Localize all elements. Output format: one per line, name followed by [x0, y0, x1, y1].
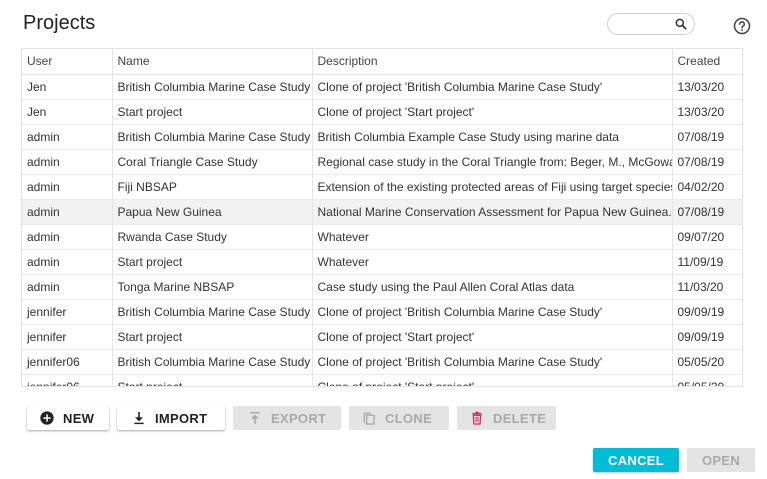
- cell-user: jennifer06: [22, 374, 113, 386]
- cell-description: Clone of project 'British Columbia Marin…: [312, 74, 673, 100]
- cell-user: jennifer: [22, 299, 113, 325]
- table-row[interactable]: admin Papua New Guinea National Marine Con…: [22, 199, 742, 225]
- cell-created: 11/03/20: [672, 274, 742, 300]
- clone-button-label: CLONE: [385, 410, 432, 426]
- table-row[interactable]: admin Start project Whatever 11/09/19: [22, 249, 742, 275]
- open-button[interactable]: OPEN: [687, 448, 755, 472]
- cell-created: 07/08/19: [672, 199, 742, 225]
- cell-description: Whatever: [312, 224, 673, 250]
- cell-name: Start project: [112, 374, 313, 386]
- table-row[interactable]: admin Rwanda Case Study Whatever 09/07/20: [22, 224, 742, 250]
- cell-user: admin: [22, 149, 113, 175]
- add-circle-icon: [40, 411, 54, 425]
- cell-created: 13/03/20: [672, 99, 742, 125]
- column-header-description[interactable]: Description: [312, 49, 673, 75]
- cell-created: 07/08/19: [672, 149, 742, 175]
- table-row[interactable]: Jen British Columbia Marine Case Study Clo…: [22, 74, 742, 100]
- cell-description: Regional case study in the Coral Triangl…: [312, 149, 673, 175]
- cell-created: 04/02/20: [672, 174, 742, 200]
- cell-created: 13/03/20: [672, 74, 742, 100]
- cell-description: British Columbia Example Case Study usin…: [312, 124, 673, 150]
- cell-name: British Columbia Marine Case Study: [112, 299, 313, 325]
- delete-button-label: DELETE: [493, 410, 547, 426]
- delete-button[interactable]: DELETE: [457, 406, 556, 430]
- table-row[interactable]: Jen Start project Clone of project 'Start …: [22, 99, 742, 125]
- cell-name: Tonga Marine NBSAP: [112, 274, 313, 300]
- cell-user: jennifer06: [22, 349, 113, 375]
- new-button-label: NEW: [63, 410, 95, 426]
- search-icon[interactable]: [674, 17, 688, 31]
- table-row[interactable]: admin Coral Triangle Case Study Regional c…: [22, 149, 742, 175]
- cell-description: Clone of project 'Start project': [312, 374, 673, 386]
- cell-user: jennifer: [22, 324, 113, 350]
- cell-user: admin: [22, 274, 113, 300]
- search-input[interactable]: [616, 16, 674, 32]
- cancel-button[interactable]: CANCEL: [593, 448, 679, 472]
- table-header-row: User Name Description Created: [22, 49, 742, 75]
- cell-name: Start project: [112, 99, 313, 125]
- cell-user: admin: [22, 174, 113, 200]
- clone-button[interactable]: CLONE: [349, 406, 449, 430]
- projects-table: User Name Description Created Jen British…: [21, 48, 743, 387]
- help-circle-icon[interactable]: [733, 17, 751, 35]
- column-header-name[interactable]: Name: [112, 49, 313, 75]
- cell-name: Papua New Guinea: [112, 199, 313, 225]
- cell-name: Coral Triangle Case Study: [112, 149, 313, 175]
- cell-user: admin: [22, 124, 113, 150]
- cell-name: Start project: [112, 249, 313, 275]
- table-row[interactable]: jennifer Start project Clone of project 'S…: [22, 324, 742, 350]
- open-button-label: OPEN: [701, 452, 741, 468]
- table-row[interactable]: jennifer06 Start project Clone of project …: [22, 374, 742, 386]
- cell-created: 09/09/19: [672, 324, 742, 350]
- upload-icon: [250, 412, 260, 424]
- search-box[interactable]: [607, 13, 695, 35]
- export-button[interactable]: EXPORT: [233, 406, 341, 430]
- cell-description: Clone of project 'Start project': [312, 324, 673, 350]
- table-row[interactable]: admin Tonga Marine NBSAP Case study using …: [22, 274, 742, 300]
- cell-description: Clone of project 'British Columbia Marin…: [312, 299, 673, 325]
- cell-created: 11/09/19: [672, 249, 742, 275]
- cell-name: British Columbia Marine Case Study: [112, 124, 313, 150]
- cell-created: 09/07/20: [672, 224, 742, 250]
- table-row[interactable]: admin British Columbia Marine Case Study B…: [22, 124, 742, 150]
- cell-user: admin: [22, 224, 113, 250]
- copy-icon: [363, 412, 375, 425]
- new-button[interactable]: NEW: [27, 406, 109, 430]
- import-button-label: IMPORT: [155, 410, 208, 426]
- page-title: Projects: [23, 12, 96, 34]
- table-row[interactable]: admin Fiji NBSAP Extension of the existing…: [22, 174, 742, 200]
- table-row[interactable]: jennifer06 British Columbia Marine Case S…: [22, 349, 742, 375]
- cell-name: Fiji NBSAP: [112, 174, 313, 200]
- column-header-created[interactable]: Created: [672, 49, 742, 75]
- cell-description: Case study using the Paul Allen Coral At…: [312, 274, 673, 300]
- cancel-button-label: CANCEL: [608, 452, 664, 468]
- download-icon: [134, 412, 144, 425]
- cell-user: Jen: [22, 74, 113, 100]
- cell-created: 05/05/20: [672, 374, 742, 386]
- cell-created: 09/09/19: [672, 299, 742, 325]
- cell-name: Start project: [112, 324, 313, 350]
- cell-user: Jen: [22, 99, 113, 125]
- column-header-user[interactable]: User: [22, 49, 113, 75]
- table-row[interactable]: jennifer British Columbia Marine Case Stu…: [22, 299, 742, 325]
- cell-created: 07/08/19: [672, 124, 742, 150]
- import-button[interactable]: IMPORT: [117, 406, 225, 430]
- export-button-label: EXPORT: [271, 410, 327, 426]
- cell-description: Whatever: [312, 249, 673, 275]
- trash-icon: [472, 411, 482, 425]
- cell-description: National Marine Conservation Assessment …: [312, 199, 673, 225]
- cell-name: British Columbia Marine Case Study: [112, 349, 313, 375]
- cell-user: admin: [22, 249, 113, 275]
- cell-name: British Columbia Marine Case Study: [112, 74, 313, 100]
- cell-description: Extension of the existing protected area…: [312, 174, 673, 200]
- cell-description: Clone of project 'Start project': [312, 99, 673, 125]
- cell-description: Clone of project 'British Columbia Marin…: [312, 349, 673, 375]
- cell-user: admin: [22, 199, 113, 225]
- cell-name: Rwanda Case Study: [112, 224, 313, 250]
- cell-created: 05/05/20: [672, 349, 742, 375]
